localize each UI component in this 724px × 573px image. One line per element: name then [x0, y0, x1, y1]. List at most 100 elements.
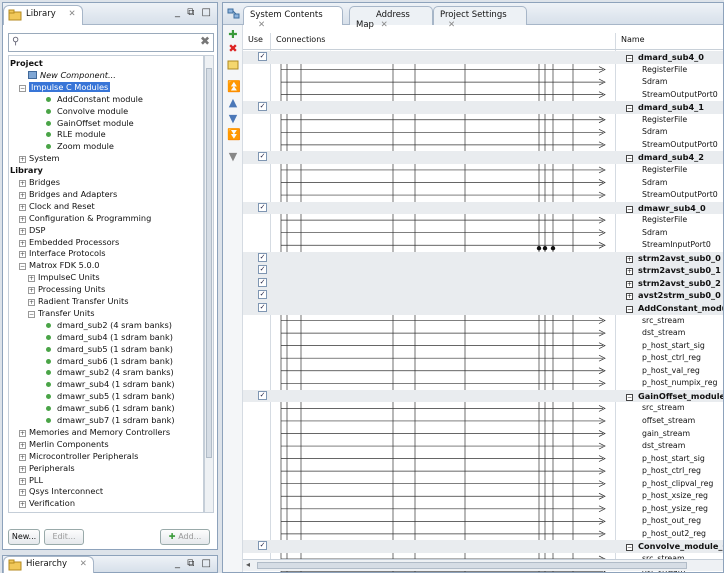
- expand-icon[interactable]: +: [28, 275, 35, 283]
- edit-icon[interactable]: [227, 59, 239, 71]
- maximize-icon[interactable]: □: [202, 558, 213, 569]
- tree-item[interactable]: dmawr_sub2 (4 sram banks): [46, 366, 174, 378]
- table-row[interactable]: Sdram: [243, 227, 723, 240]
- table-row[interactable]: ✓ + avst2strm_sub0_0: [243, 289, 723, 302]
- table-row[interactable]: Sdram: [243, 177, 723, 190]
- horizontal-scrollbar-thumb[interactable]: [257, 562, 687, 569]
- use-checkbox[interactable]: ✓: [258, 265, 267, 275]
- remove-icon[interactable]: ✖: [227, 43, 239, 55]
- table-row[interactable]: ✓ − Convolve_module_0: [243, 540, 723, 553]
- table-row[interactable]: p_host_ctrl_reg: [243, 465, 723, 478]
- restore-icon[interactable]: ⧉: [187, 558, 196, 569]
- library-scrollbar[interactable]: [204, 55, 214, 513]
- table-row[interactable]: RegisterFile: [243, 64, 723, 77]
- collapse-icon[interactable]: −: [626, 55, 633, 62]
- table-row[interactable]: Sdram: [243, 76, 723, 89]
- tab-address-map[interactable]: Address Map ✕: [349, 6, 433, 30]
- tree-item[interactable]: + ImpulseC Units: [28, 271, 100, 283]
- use-checkbox[interactable]: ✓: [258, 390, 267, 400]
- table-row[interactable]: p_host_ysize_reg: [243, 503, 723, 516]
- use-checkbox[interactable]: ✓: [258, 277, 267, 287]
- collapse-icon[interactable]: −: [19, 263, 26, 271]
- tree-item[interactable]: Library: [10, 164, 43, 176]
- tree-item[interactable]: GainOffset module: [46, 117, 134, 129]
- tree-item[interactable]: + DSP: [19, 224, 45, 236]
- add-icon[interactable]: ✚: [227, 29, 239, 41]
- tree-item[interactable]: + Microcontroller Peripherals: [19, 450, 138, 462]
- tree-item[interactable]: + Merlin Components: [19, 438, 109, 450]
- table-row[interactable]: p_host_val_reg: [243, 365, 723, 378]
- table-row[interactable]: StreamOutputPort0: [243, 139, 723, 152]
- move-up-icon[interactable]: ▲: [227, 97, 239, 109]
- expand-icon[interactable]: +: [19, 477, 26, 485]
- collapse-icon[interactable]: −: [19, 84, 26, 92]
- table-row[interactable]: ✓ −AddConstant_module_0: [243, 302, 723, 315]
- tree-item[interactable]: + Radient Transfer Units: [28, 295, 129, 307]
- table-row[interactable]: ✓ − dmard_sub4_0: [243, 51, 723, 64]
- scroll-left-icon[interactable]: ◂: [246, 560, 250, 569]
- table-row[interactable]: StreamOutputPort0: [243, 189, 723, 202]
- expand-icon[interactable]: +: [19, 501, 26, 509]
- minimize-icon[interactable]: _: [175, 7, 182, 18]
- table-row[interactable]: offset_stream: [243, 415, 723, 428]
- expand-icon[interactable]: +: [28, 299, 35, 306]
- tree-item[interactable]: + Processing Units: [28, 283, 105, 295]
- use-checkbox[interactable]: ✓: [258, 290, 267, 300]
- use-checkbox[interactable]: ✓: [258, 303, 267, 312]
- tree-item[interactable]: AddConstant module: [46, 93, 143, 105]
- table-row[interactable]: p_host_out2_reg: [243, 528, 723, 541]
- tree-item[interactable]: − Impulse C Modules: [19, 81, 111, 93]
- expand-icon[interactable]: +: [19, 156, 26, 164]
- tree-item[interactable]: + Interface Protocols: [19, 247, 106, 259]
- col-name[interactable]: Name: [621, 35, 645, 49]
- table-row[interactable]: p_host_start_sig: [243, 453, 723, 466]
- table-row[interactable]: RegisterFile: [243, 214, 723, 227]
- table-row[interactable]: ✓ −GainOffset_module_0: [243, 389, 723, 403]
- expand-icon[interactable]: +: [626, 293, 633, 301]
- table-row[interactable]: dst_stream: [243, 440, 723, 453]
- table-row[interactable]: p_host_start_sig: [243, 340, 723, 353]
- move-bottom-icon[interactable]: ⏬: [227, 129, 241, 141]
- tree-item[interactable]: dmawr_sub7 (1 sdram bank): [46, 414, 175, 426]
- expand-icon[interactable]: +: [19, 251, 26, 259]
- expand-icon[interactable]: +: [19, 441, 26, 449]
- table-row[interactable]: RegisterFile: [243, 114, 723, 127]
- tree-item[interactable]: + Bridges and Adapters: [19, 188, 117, 200]
- tree-item[interactable]: + Verification: [19, 497, 75, 509]
- tree-item[interactable]: + Configuration & Programming: [19, 212, 151, 224]
- table-row[interactable]: p_host_clipval_reg: [243, 478, 723, 491]
- edit-button[interactable]: Edit...: [44, 529, 84, 545]
- expand-icon[interactable]: +: [19, 465, 26, 473]
- tree-item[interactable]: + Peripherals: [19, 462, 75, 474]
- tree-item[interactable]: + System: [19, 152, 60, 164]
- use-checkbox[interactable]: ✓: [258, 541, 267, 551]
- tree-item[interactable]: + Clock and Reset: [19, 200, 95, 212]
- table-row[interactable]: src_stream: [243, 315, 723, 328]
- tree-item[interactable]: RLE module: [46, 128, 106, 140]
- expand-icon[interactable]: +: [19, 203, 26, 211]
- use-checkbox[interactable]: ✓: [258, 52, 267, 61]
- tree-item[interactable]: − Transfer Units: [28, 307, 94, 319]
- use-checkbox[interactable]: ✓: [258, 202, 267, 212]
- collapse-icon[interactable]: −: [626, 105, 633, 113]
- table-row[interactable]: p_host_xsize_reg: [243, 490, 723, 503]
- tree-item[interactable]: Convolve module: [46, 105, 128, 117]
- table-row[interactable]: ✓ + strm2avst_sub0_1: [243, 264, 723, 277]
- col-use[interactable]: Use: [248, 35, 263, 49]
- collapse-icon[interactable]: −: [626, 544, 633, 552]
- expand-icon[interactable]: +: [626, 255, 633, 263]
- collapse-icon[interactable]: −: [626, 306, 633, 313]
- expand-icon[interactable]: +: [28, 287, 35, 295]
- use-checkbox[interactable]: ✓: [258, 102, 267, 112]
- table-row[interactable]: StreamInputPort0: [243, 239, 723, 252]
- expand-icon[interactable]: +: [626, 280, 633, 288]
- expand-icon[interactable]: +: [626, 268, 633, 276]
- expand-icon[interactable]: +: [19, 429, 26, 437]
- move-down-icon[interactable]: ▼: [227, 113, 239, 125]
- use-checkbox[interactable]: ✓: [258, 252, 267, 262]
- library-search-input[interactable]: ⚲ ✖: [8, 33, 214, 52]
- collapse-icon[interactable]: −: [626, 205, 633, 213]
- tree-item[interactable]: − Matrox FDK 5.0.0: [19, 259, 100, 271]
- tree-item[interactable]: New Component...: [28, 69, 116, 81]
- table-row[interactable]: ✓ − dmard_sub4_1: [243, 101, 723, 114]
